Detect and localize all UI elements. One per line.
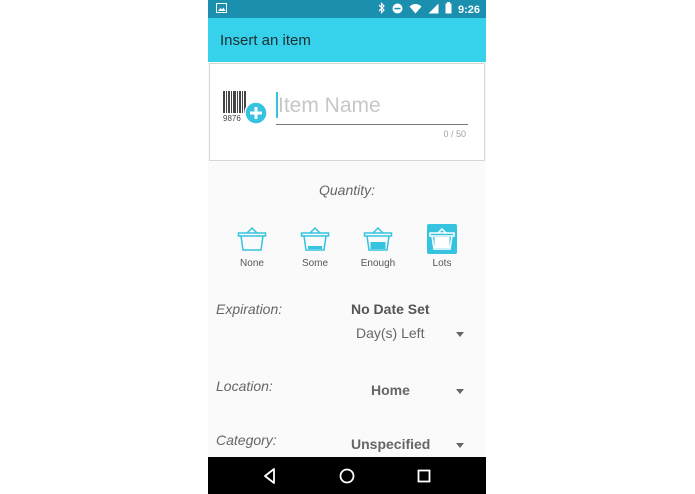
app-screen: 9:26 Insert an item 9876 Item Name 0 / 5… — [208, 0, 486, 494]
quantity-option-none[interactable]: None — [222, 224, 282, 269]
char-counter: 0 / 50 — [443, 129, 466, 139]
days-left-value: Day(s) Left — [356, 325, 425, 341]
category-dropdown[interactable]: Unspecified — [351, 436, 464, 458]
category-value: Unspecified — [351, 436, 431, 452]
quantity-option-lots[interactable]: Lots — [412, 224, 472, 269]
dropdown-arrow-icon — [456, 332, 464, 337]
location-dropdown[interactable]: Home — [371, 382, 464, 404]
barcode-add-icon[interactable]: 9876 — [222, 91, 270, 127]
barcode-number: 9876 — [223, 114, 241, 123]
battery-icon — [445, 2, 452, 17]
status-bar: 9:26 — [208, 0, 486, 18]
quantity-option-label: None — [240, 258, 264, 269]
days-left-dropdown[interactable]: Day(s) Left — [356, 325, 464, 347]
quantity-option-some[interactable]: Some — [285, 224, 345, 269]
quantity-option-label: Some — [301, 258, 329, 269]
item-name-card: 9876 0 / 50 — [209, 63, 485, 161]
back-icon[interactable] — [260, 466, 280, 486]
location-value: Home — [371, 382, 410, 398]
basket-some-icon — [300, 224, 330, 254]
status-time: 9:26 — [457, 3, 480, 16]
quantity-option-label: Lots — [432, 258, 452, 269]
location-label: Location: — [216, 378, 273, 394]
recents-icon[interactable] — [414, 466, 434, 486]
text-cursor — [276, 92, 278, 118]
signal-icon — [428, 3, 439, 17]
basket-full-icon — [427, 224, 457, 254]
basket-empty-icon — [237, 224, 267, 254]
bluetooth-icon — [378, 2, 386, 17]
quantity-label: Quantity: — [318, 182, 376, 198]
page-title: Insert an item — [220, 32, 311, 49]
quantity-selector: None Some Enough Lots — [228, 224, 468, 274]
input-underline — [276, 124, 468, 125]
category-label: Category: — [216, 432, 277, 448]
do-not-disturb-icon — [392, 3, 403, 17]
dropdown-arrow-icon — [456, 443, 464, 448]
expiration-date-button[interactable]: No Date Set — [351, 301, 430, 317]
home-icon[interactable] — [337, 466, 357, 486]
basket-enough-icon — [363, 224, 393, 254]
app-bar: Insert an item — [208, 18, 486, 62]
expiration-label: Expiration: — [216, 301, 283, 317]
item-name-input[interactable] — [276, 90, 468, 122]
wifi-icon — [409, 3, 422, 17]
image-icon — [216, 3, 227, 16]
dropdown-arrow-icon — [456, 389, 464, 394]
navigation-bar — [208, 457, 486, 494]
quantity-option-label: Enough — [360, 258, 396, 269]
quantity-option-enough[interactable]: Enough — [348, 224, 408, 269]
